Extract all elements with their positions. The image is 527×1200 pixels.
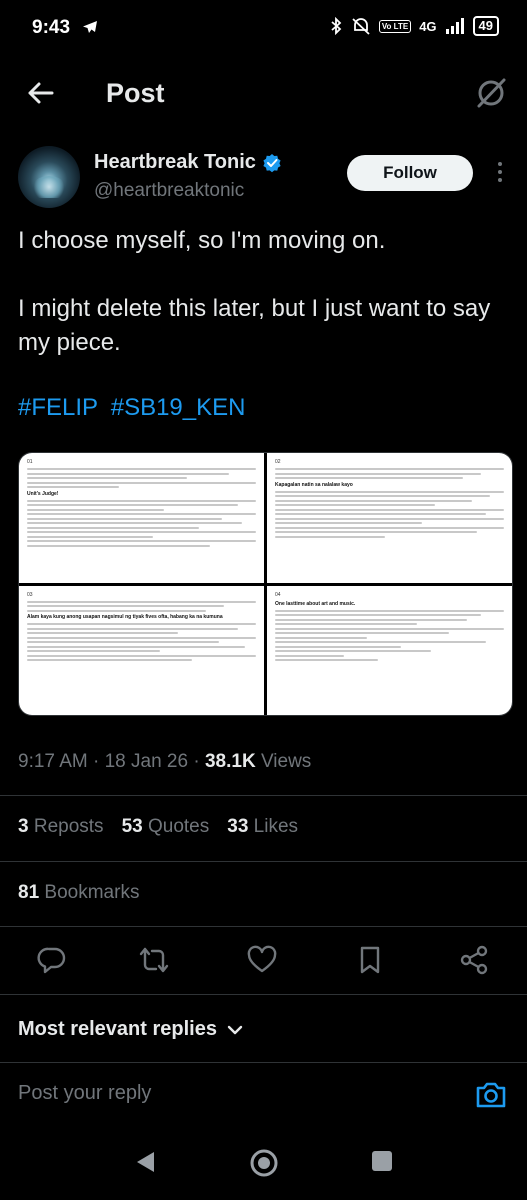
divider bbox=[0, 1062, 527, 1063]
bookmarks-stat[interactable]: 81 Bookmarks bbox=[18, 882, 139, 904]
reply-input[interactable] bbox=[18, 1082, 448, 1105]
share-icon[interactable] bbox=[458, 944, 490, 976]
likes-label: Likes bbox=[253, 816, 299, 837]
author-handle[interactable]: @heartbreaktonic bbox=[94, 180, 244, 202]
bookmark-icon[interactable] bbox=[354, 944, 386, 976]
media-image-4[interactable]: 04 One lasttime about art and music. bbox=[267, 585, 512, 715]
author-name-row[interactable]: Heartbreak Tonic bbox=[94, 151, 282, 174]
author-avatar[interactable] bbox=[18, 146, 80, 208]
post-hashtags: #FELIP #SB19_KEN bbox=[18, 394, 251, 422]
divider bbox=[0, 994, 527, 995]
divider bbox=[0, 861, 527, 862]
media-grid: 01 Unit's Judge! 02 Kapagalan natin sa n… bbox=[18, 452, 513, 716]
post-time: 9:17 AM bbox=[18, 751, 88, 772]
grok-icon[interactable] bbox=[475, 76, 507, 110]
post-meta: 9:17 AM · 18 Jan 26 · 38.1K Views bbox=[18, 751, 311, 773]
page-title: Post bbox=[106, 78, 165, 108]
divider bbox=[0, 795, 527, 796]
chevron-down-icon bbox=[227, 1025, 243, 1034]
quotes-stat[interactable]: 53 Quotes bbox=[122, 816, 210, 838]
media-image-1[interactable]: 01 Unit's Judge! bbox=[19, 453, 264, 583]
camera-icon[interactable] bbox=[475, 1080, 507, 1110]
back-arrow-icon[interactable] bbox=[26, 78, 56, 108]
meta-separator: · bbox=[93, 751, 100, 772]
views-label: Views bbox=[260, 751, 312, 772]
follow-button[interactable]: Follow bbox=[347, 155, 473, 191]
replies-sort-dropdown[interactable]: Most relevant replies bbox=[18, 1018, 243, 1041]
page-number: 03 bbox=[27, 591, 33, 598]
top-app-bar: Post bbox=[0, 62, 527, 124]
page-heading: Alam kaya kung anong usapan nagsimul ng … bbox=[27, 614, 223, 620]
likes-stat[interactable]: 33 Likes bbox=[227, 816, 298, 838]
battery-indicator: 49 bbox=[472, 16, 499, 36]
bluetooth-icon bbox=[331, 17, 342, 35]
reply-composer bbox=[0, 1068, 527, 1126]
page-number: 01 bbox=[27, 459, 33, 465]
engagement-stats: 3 Reposts 53 Quotes 33 Likes bbox=[18, 816, 298, 838]
likes-count: 33 bbox=[227, 816, 249, 837]
status-time: 9:43 bbox=[32, 17, 71, 38]
meta-separator: · bbox=[193, 751, 200, 772]
telegram-icon bbox=[83, 21, 97, 33]
replies-sort-label: Most relevant replies bbox=[18, 1018, 217, 1040]
more-options-icon[interactable] bbox=[497, 162, 503, 186]
mute-icon bbox=[352, 18, 370, 35]
page-heading: One lasttime about art and music. bbox=[275, 600, 356, 607]
divider bbox=[0, 926, 527, 927]
page-heading: Unit's Judge! bbox=[27, 490, 59, 497]
verified-badge-icon bbox=[263, 153, 281, 172]
like-icon[interactable] bbox=[246, 944, 278, 976]
post-date: 18 Jan 26 bbox=[104, 751, 189, 772]
repost-icon[interactable] bbox=[138, 944, 170, 976]
action-bar bbox=[0, 944, 527, 980]
reposts-stat[interactable]: 3 Reposts bbox=[18, 816, 104, 838]
volte-badge: Vo LTE bbox=[378, 19, 412, 33]
network-type: 4G bbox=[419, 18, 437, 34]
system-navigation-bar bbox=[0, 1130, 527, 1200]
bookmarks-count: 81 bbox=[18, 882, 40, 903]
reply-icon[interactable] bbox=[36, 944, 68, 976]
hashtag-link[interactable]: #FELIP bbox=[18, 394, 98, 421]
bookmarks-label: Bookmarks bbox=[44, 882, 140, 903]
page-number: 02 bbox=[275, 459, 281, 465]
post-text-line1: I choose myself, so I'm moving on. bbox=[18, 227, 386, 254]
status-bar: 9:43 Vo LTE 4G 49 bbox=[0, 0, 527, 58]
page-number: 04 bbox=[275, 591, 281, 598]
status-icons: Vo LTE 4G 49 bbox=[329, 16, 499, 36]
post-text-line2: I might delete this later, but I just wa… bbox=[18, 295, 491, 356]
signal-icon bbox=[445, 18, 464, 34]
nav-home-icon[interactable] bbox=[249, 1148, 279, 1178]
page-heading: Kapagalan natin sa nalalaw kayo bbox=[275, 481, 353, 488]
reposts-label: Reposts bbox=[33, 816, 104, 837]
nav-back-icon[interactable] bbox=[134, 1150, 156, 1174]
media-image-2[interactable]: 02 Kapagalan natin sa nalalaw kayo bbox=[267, 453, 512, 583]
quotes-count: 53 bbox=[121, 816, 143, 837]
views-count: 38.1K bbox=[204, 751, 256, 772]
quotes-label: Quotes bbox=[147, 816, 210, 837]
media-image-3[interactable]: 03 Alam kaya kung anong usapan nagsimul … bbox=[19, 585, 264, 715]
reposts-count: 3 bbox=[18, 816, 29, 837]
hashtag-link[interactable]: #SB19_KEN bbox=[111, 394, 246, 421]
author-name[interactable]: Heartbreak Tonic bbox=[94, 151, 256, 174]
nav-recents-icon[interactable] bbox=[371, 1150, 393, 1172]
